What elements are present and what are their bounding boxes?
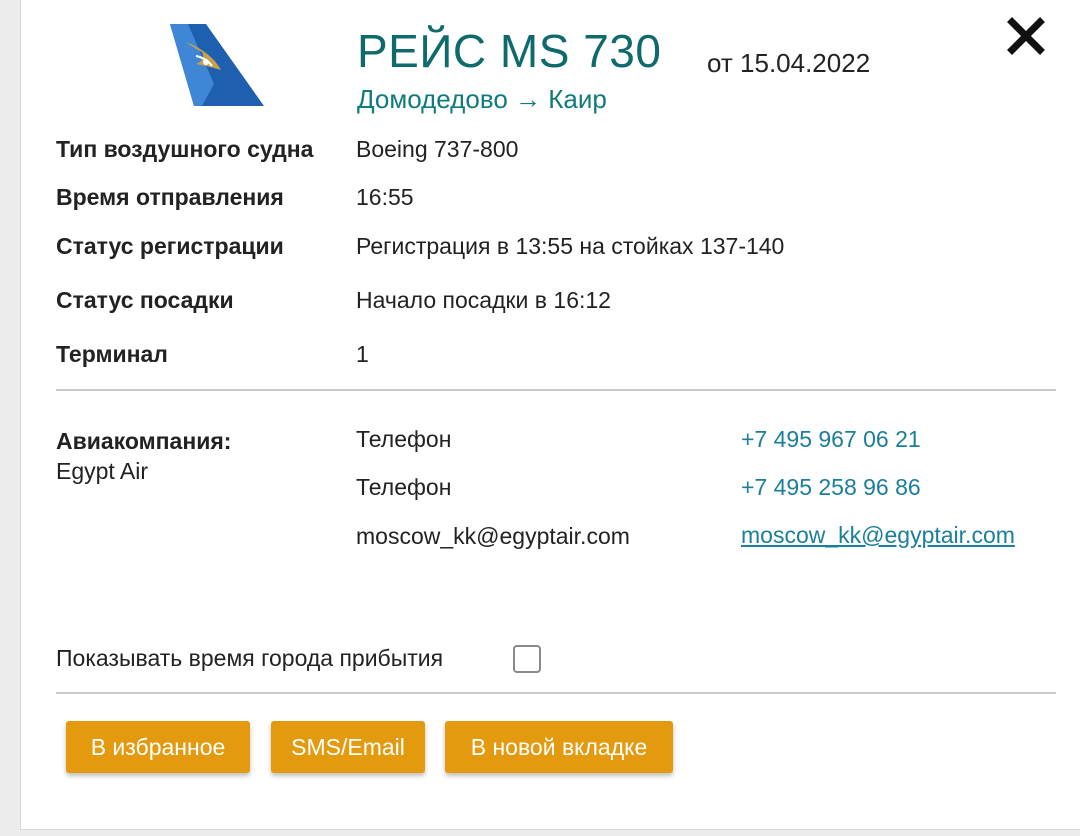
- phone-link[interactable]: +7 495 967 06 21: [741, 426, 921, 453]
- detail-label: Статус регистрации: [56, 233, 284, 259]
- phone-link[interactable]: +7 495 258 96 86: [741, 474, 921, 501]
- add-to-favorites-button[interactable]: В избранное: [66, 721, 250, 773]
- detail-label: Время отправления: [56, 184, 284, 210]
- contact-type-phone: Телефон: [356, 426, 452, 452]
- show-arrival-time-checkbox[interactable]: [513, 645, 541, 673]
- contact-type-phone: Телефон: [356, 474, 452, 500]
- sms-email-button[interactable]: SMS/Email: [271, 721, 425, 773]
- flight-route: Домодедово → Каир: [357, 84, 607, 114]
- flight-title: РЕЙС MS 730: [357, 25, 662, 77]
- close-button[interactable]: [1004, 14, 1048, 58]
- divider: [56, 389, 1056, 391]
- detail-label: Статус посадки: [56, 287, 234, 313]
- airline-name: Egypt Air: [56, 458, 149, 484]
- close-icon: [1007, 17, 1045, 55]
- detail-value: Boeing 737-800: [356, 136, 519, 162]
- contact-type-email: moscow_kk@egyptair.com: [356, 523, 630, 549]
- detail-label: Тип воздушного судна: [56, 136, 314, 162]
- detail-label: Терминал: [56, 341, 168, 367]
- egyptair-tail-logo-icon: [166, 22, 266, 108]
- detail-value: Начало посадки в 16:12: [356, 287, 611, 313]
- divider: [56, 692, 1056, 694]
- email-link[interactable]: moscow_kk@egyptair.com: [741, 520, 1015, 550]
- open-new-tab-button[interactable]: В новой вкладке: [445, 721, 673, 773]
- detail-value: 1: [356, 341, 369, 367]
- detail-value: 16:55: [356, 184, 414, 210]
- flight-date: от 15.04.2022: [707, 48, 871, 78]
- show-arrival-time-label: Показывать время города прибытия: [56, 645, 444, 671]
- airline-label: Авиакомпания:: [56, 428, 232, 454]
- flight-info-panel: РЕЙС MS 730 от 15.04.2022 Домодедово → К…: [20, 0, 1080, 830]
- detail-value: Регистрация в 13:55 на стойках 137-140: [356, 233, 785, 259]
